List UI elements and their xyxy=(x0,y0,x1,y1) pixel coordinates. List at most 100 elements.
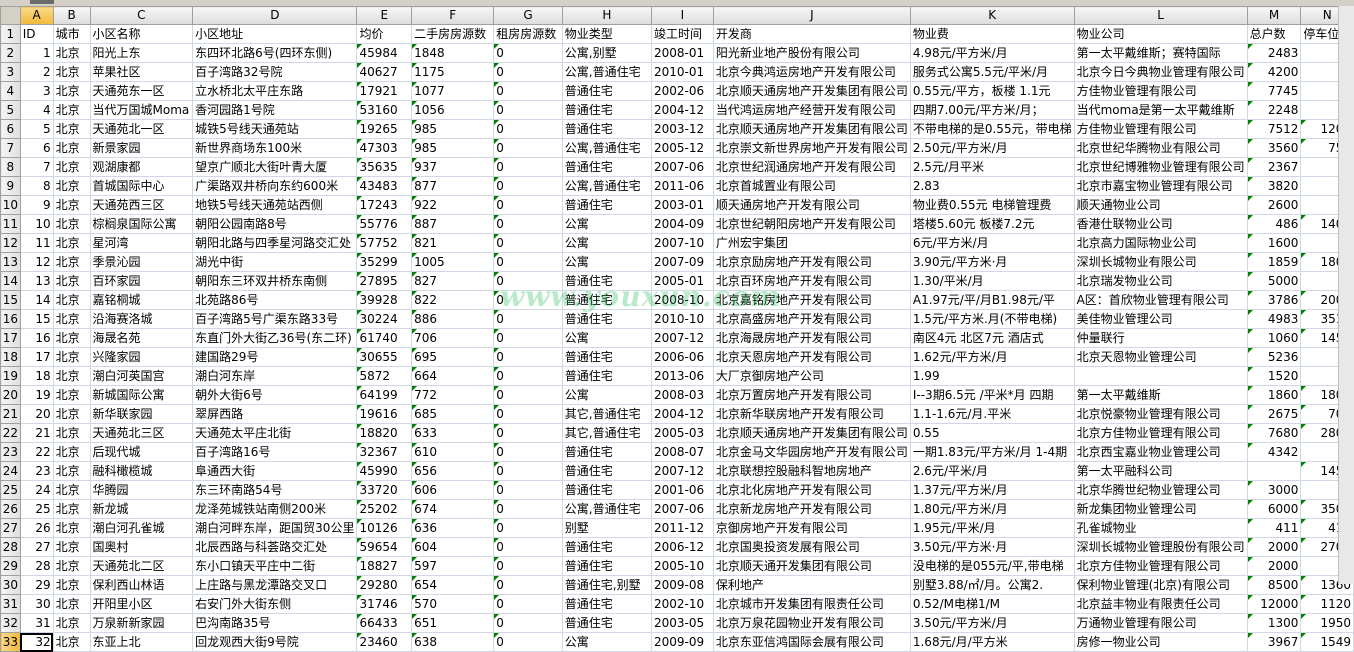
cell[interactable]: 普通住宅 xyxy=(561,613,653,633)
cell[interactable]: 朝阳东三环双井桥东南侧 xyxy=(192,271,358,291)
header-cell[interactable]: 城市 xyxy=(52,24,91,44)
header-cell[interactable]: 开发商 xyxy=(712,24,911,44)
cell[interactable]: 北京 xyxy=(52,347,91,367)
cell[interactable]: 北京顺天通房地产开发集团有限公司 xyxy=(712,81,911,101)
cell[interactable]: 0 xyxy=(493,100,563,120)
cell[interactable]: 27 xyxy=(19,537,54,557)
row-header[interactable]: 27 xyxy=(0,518,21,538)
row-header[interactable]: 3 xyxy=(0,62,21,82)
cell[interactable]: 13 xyxy=(19,271,54,291)
cell[interactable]: 首城国际中心 xyxy=(89,176,194,196)
cell[interactable]: 2675 xyxy=(1246,404,1302,424)
cell[interactable]: 普通住宅 xyxy=(561,347,653,367)
cell[interactable]: 0 xyxy=(493,423,563,443)
cell[interactable]: 2003-05 xyxy=(651,613,714,633)
cell[interactable]: 华腾园 xyxy=(89,480,194,500)
cell[interactable]: 0 xyxy=(493,404,563,424)
cell[interactable]: 潮白河东岸 xyxy=(192,366,358,386)
cell[interactable]: 百子湾路32号院 xyxy=(192,62,358,82)
cell[interactable]: 天通苑西三区 xyxy=(89,195,194,215)
cell[interactable]: 北京 xyxy=(52,271,91,291)
cell[interactable]: 北京顺天通房地产开发集团有限公司 xyxy=(712,119,911,139)
cell[interactable]: 32367 xyxy=(356,442,413,462)
cell[interactable]: 翠屏西路 xyxy=(192,404,358,424)
row-header[interactable]: 28 xyxy=(0,537,21,557)
cell[interactable]: 664 xyxy=(411,366,495,386)
cell[interactable]: 普通住宅 xyxy=(561,119,653,139)
cell[interactable]: 百子湾路5号广渠东路33号 xyxy=(192,309,358,329)
cell[interactable]: 2000 xyxy=(1246,556,1302,576)
cell[interactable]: 普通住宅 xyxy=(561,461,653,481)
cell[interactable]: 2003-12 xyxy=(651,119,714,139)
cell[interactable]: 887 xyxy=(411,214,495,234)
cell[interactable]: 房修一物业公司 xyxy=(1073,632,1248,652)
column-header-i[interactable]: I xyxy=(651,6,714,25)
cell[interactable]: 7680 xyxy=(1246,423,1302,443)
cell[interactable]: 16 xyxy=(19,328,54,348)
cell[interactable]: 美佳物业管理公司 xyxy=(1073,309,1248,329)
cell[interactable]: 0 xyxy=(493,594,563,614)
cell[interactable]: 天通苑太平庄北街 xyxy=(192,423,358,443)
cell[interactable]: 深圳长城物业有限公司 xyxy=(1073,252,1248,272)
cell[interactable]: 1.99 xyxy=(909,366,1075,386)
cell[interactable]: 2008-10 xyxy=(651,290,714,310)
column-header-h[interactable]: H xyxy=(561,6,653,25)
cell[interactable]: 1300 xyxy=(1246,613,1302,633)
cell[interactable]: 普通住宅 xyxy=(561,556,653,576)
cell[interactable]: 2000 xyxy=(1246,537,1302,557)
column-header-g[interactable]: G xyxy=(493,6,563,25)
cell[interactable]: 0 xyxy=(493,480,563,500)
column-header-c[interactable]: C xyxy=(89,6,194,25)
cell[interactable]: 北京 xyxy=(52,119,91,139)
cell[interactable]: 0 xyxy=(493,252,563,272)
cell[interactable]: 北京 xyxy=(52,252,91,272)
row-header[interactable]: 6 xyxy=(0,119,21,139)
cell[interactable]: 上庄路与黑龙潭路交叉口 xyxy=(192,575,358,595)
cell[interactable]: 公寓 xyxy=(561,233,653,253)
cell[interactable]: 星河湾 xyxy=(89,233,194,253)
cell[interactable]: 633 xyxy=(411,423,495,443)
cell[interactable]: 0 xyxy=(493,632,563,652)
cell[interactable]: 东小口镇天平庄中二街 xyxy=(192,556,358,576)
cell[interactable]: 0 xyxy=(493,214,563,234)
cell[interactable]: 北京 xyxy=(52,499,91,519)
cell[interactable]: 1.30/平米/月 xyxy=(909,271,1075,291)
cell[interactable]: 百子湾路16号 xyxy=(192,442,358,462)
cell[interactable]: 30 xyxy=(19,594,54,614)
cell[interactable]: 其它,普通住宅 xyxy=(561,423,653,443)
cell[interactable]: 0 xyxy=(493,613,563,633)
cell[interactable]: 方佳物业管理有限公司 xyxy=(1073,119,1248,139)
cell[interactable]: 0 xyxy=(493,195,563,215)
cell[interactable]: 北京 xyxy=(52,518,91,538)
cell[interactable]: 1005 xyxy=(411,252,495,272)
cell[interactable]: 兴隆家园 xyxy=(89,347,194,367)
cell[interactable]: 19265 xyxy=(356,119,413,139)
cell[interactable]: 674 xyxy=(411,499,495,519)
cell[interactable]: 12 xyxy=(19,252,54,272)
column-header-m[interactable]: M xyxy=(1246,6,1302,25)
cell[interactable]: 北京今日今典物业管理有限公司 xyxy=(1073,62,1248,82)
cell[interactable]: 北京 xyxy=(52,290,91,310)
cell[interactable]: 普通住宅,别墅 xyxy=(561,575,653,595)
cell[interactable]: 北京东亚信鸿国际会展有限公司 xyxy=(712,632,911,652)
cell[interactable]: 4.98元/平方米/月 xyxy=(909,43,1075,63)
cell[interactable]: 第一太平融科公司 xyxy=(1073,461,1248,481)
cell[interactable]: 3.90元/平方米·月 xyxy=(909,252,1075,272)
cell[interactable]: 北京高力国际物业公司 xyxy=(1073,233,1248,253)
cell[interactable]: 北京 xyxy=(52,423,91,443)
cell[interactable]: 0.55 xyxy=(909,423,1075,443)
row-header[interactable]: 14 xyxy=(0,271,21,291)
cell[interactable]: 东亚上北 xyxy=(89,632,194,652)
cell[interactable]: 北京顺天通开发集团有限公司 xyxy=(712,556,911,576)
cell[interactable]: 阳光新业地产股份有限公司 xyxy=(712,43,911,63)
cell[interactable]: 东直门外大街乙36号(东二环) xyxy=(192,328,358,348)
cell[interactable]: 5 xyxy=(19,119,54,139)
cell[interactable]: 新景家园 xyxy=(89,138,194,158)
cell[interactable]: 北苑路86号 xyxy=(192,290,358,310)
cell[interactable]: 1 xyxy=(19,43,54,63)
cell[interactable]: 2.6元/平米/月 xyxy=(909,461,1075,481)
cell[interactable]: 嘉铭桐城 xyxy=(89,290,194,310)
cell[interactable]: 北京北化房地产开发有限公司 xyxy=(712,480,911,500)
cell[interactable]: 北京 xyxy=(52,43,91,63)
cell[interactable]: 建国路29号 xyxy=(192,347,358,367)
